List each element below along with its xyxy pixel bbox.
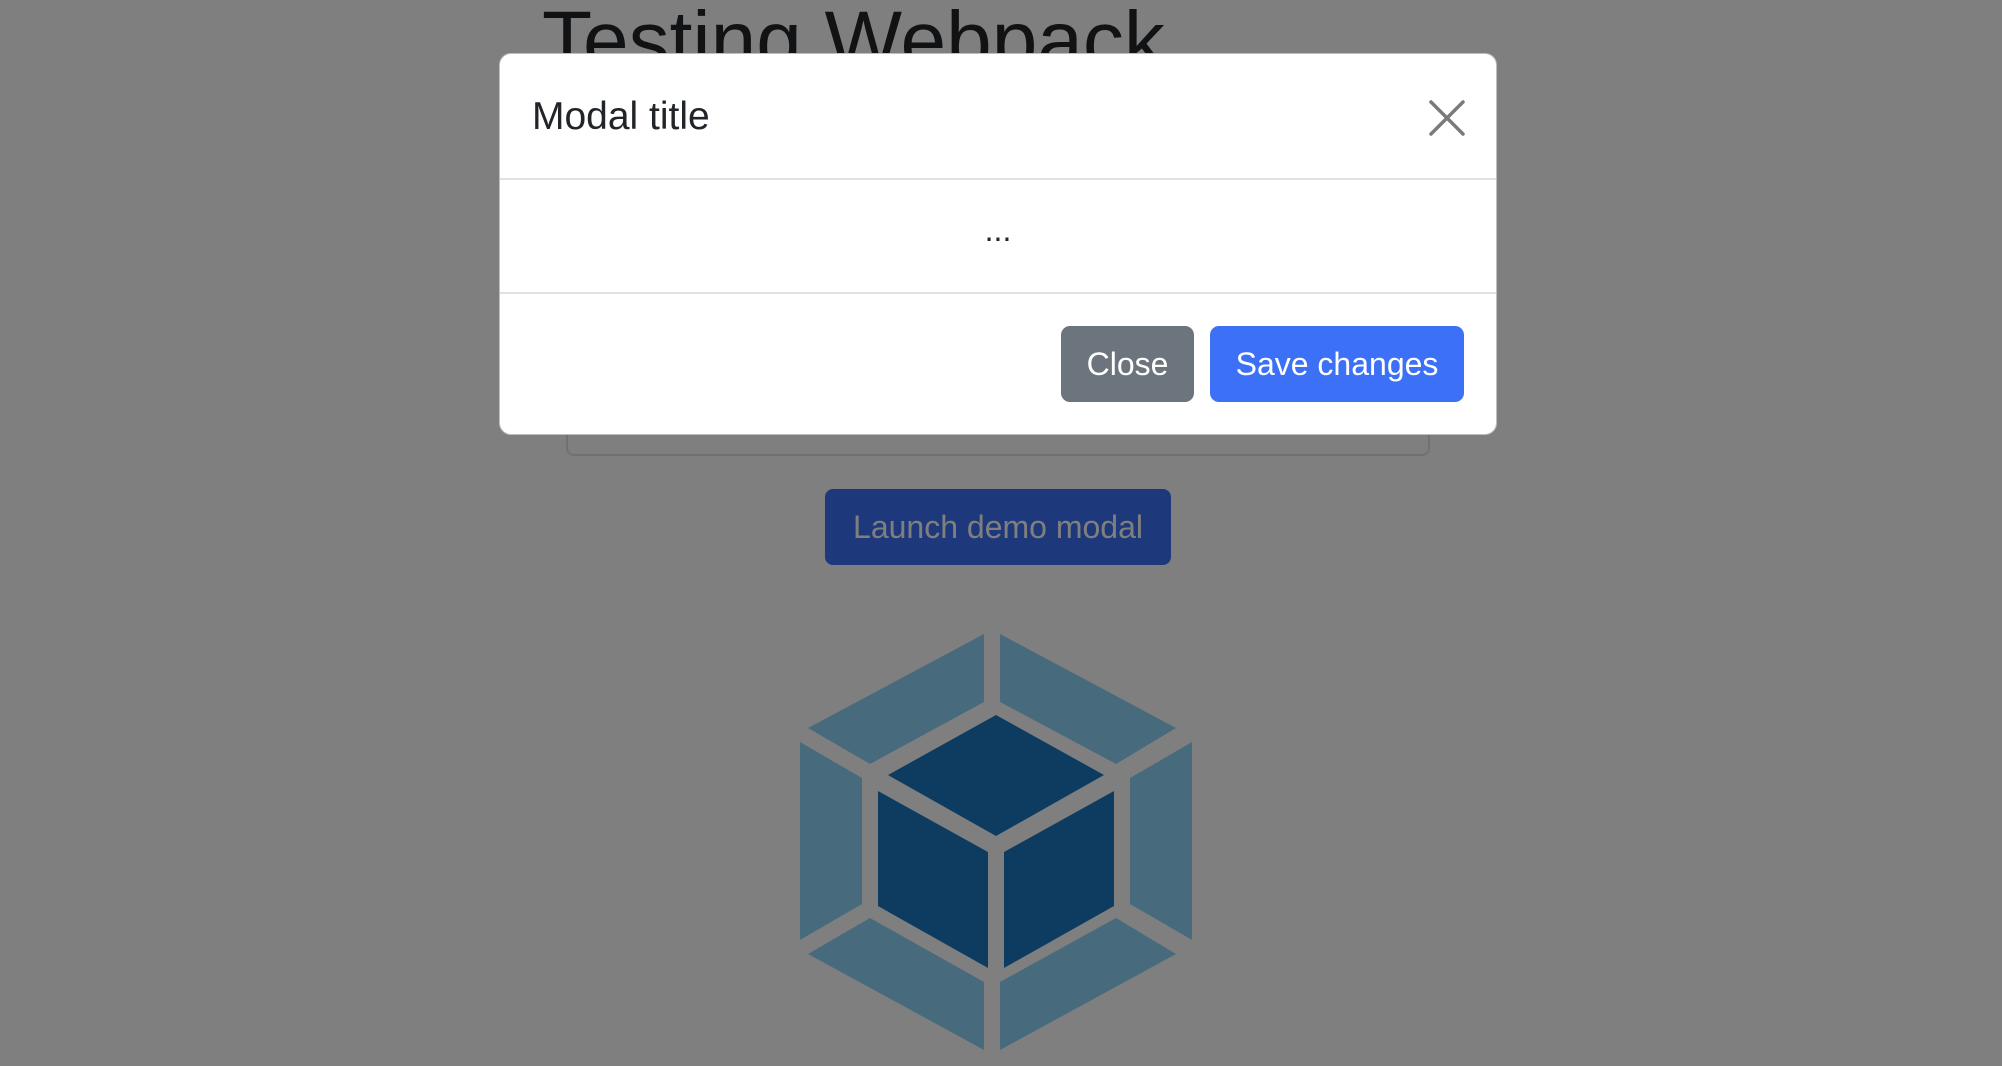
- close-icon: [1429, 100, 1465, 136]
- modal-close-x-button[interactable]: [1423, 94, 1471, 142]
- modal-body-text: ...: [984, 212, 1012, 248]
- modal-header: Modal title: [500, 54, 1496, 180]
- save-changes-button[interactable]: Save changes: [1210, 326, 1464, 402]
- modal-body: ...: [500, 180, 1496, 294]
- close-button[interactable]: Close: [1061, 326, 1194, 402]
- modal-title: Modal title: [532, 95, 710, 138]
